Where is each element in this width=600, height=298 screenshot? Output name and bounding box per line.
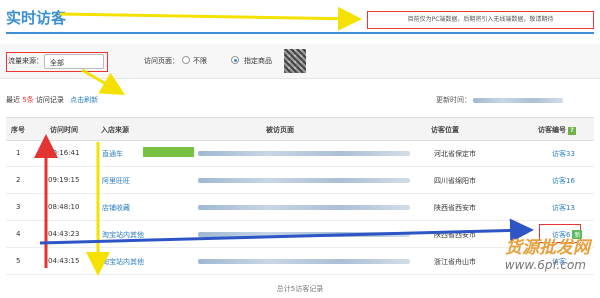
- row-page-blurred[interactable]: [198, 257, 410, 265]
- row-time: 04:43:23: [48, 230, 80, 238]
- header-location: 访客位置: [431, 126, 459, 134]
- row-page-blurred[interactable]: [198, 149, 410, 157]
- page-filter-label: 访问页面：: [144, 57, 179, 65]
- refresh-link[interactable]: 点击刷新: [70, 96, 98, 104]
- radio-specified[interactable]: [231, 56, 239, 64]
- header-page: 被访页面: [266, 126, 294, 134]
- product-thumbnail[interactable]: [284, 49, 306, 73]
- row-location: 四川省绵阳市: [434, 177, 476, 185]
- update-time-value-blurred: [473, 97, 564, 103]
- row-page-blurred[interactable]: [198, 230, 410, 238]
- notice-box: 目前仅为PC端数据，后期将引入无线端数据，敬请期待: [367, 11, 594, 29]
- update-time: 更新时间：: [436, 95, 564, 105]
- row-visitor[interactable]: 访客33: [552, 149, 575, 159]
- table-row: 1 10:16:41 直通车 河北省保定市 访客33: [6, 140, 594, 167]
- watermark-logo-text: 货源批发网: [505, 238, 590, 258]
- page-title: 实时访客: [6, 9, 67, 27]
- arrow-yellow-to-notice: [59, 6, 362, 31]
- summary-suffix: 访问记录: [35, 96, 64, 104]
- row-source[interactable]: 淘宝站内其他: [102, 230, 144, 240]
- source-filter-label: 流量来源：: [8, 57, 43, 65]
- row-visitor[interactable]: 访客13: [552, 203, 575, 213]
- header-visitor-label: 访客编号: [538, 126, 566, 134]
- row-location: 陕西省西安市: [434, 231, 476, 239]
- source-keyword-highlight: [143, 147, 194, 157]
- table-row: 3 08:48:10 店铺收藏 陕西省西安市 访客13: [6, 194, 594, 221]
- summary-count: 5条: [22, 96, 34, 104]
- recent-summary: 最近 5条 访问记录 点击刷新: [6, 95, 98, 105]
- row-location: 陕西省西安市: [434, 204, 476, 212]
- help-icon[interactable]: ?: [568, 127, 576, 135]
- radio-specified-label: 指定商品: [244, 57, 272, 65]
- header-index: 序号: [11, 126, 25, 134]
- row-page-blurred[interactable]: [198, 176, 410, 184]
- row-index: 5: [16, 257, 21, 265]
- table-header: 序号 访问时间 入店来源 被访页面 访客位置 访客编号?: [6, 117, 594, 141]
- update-time-label: 更新时间：: [436, 96, 471, 104]
- row-location: 河北省保定市: [434, 150, 476, 158]
- radio-unlimited[interactable]: [182, 56, 190, 64]
- row-source[interactable]: 淘宝站内其他: [102, 257, 144, 267]
- header-source: 入店来源: [101, 126, 129, 134]
- radio-unlimited-label: 不限: [193, 57, 207, 65]
- row-index: 1: [16, 149, 21, 157]
- table-row: 2 09:19:15 阿里旺旺 四川省绵阳市 访客16: [6, 167, 594, 194]
- row-index: 4: [16, 230, 21, 238]
- title-divider: [6, 32, 594, 34]
- source-select[interactable]: 全部 ⌵: [44, 54, 104, 69]
- row-source[interactable]: 店铺收藏: [102, 203, 130, 213]
- row-index: 2: [16, 176, 21, 184]
- row-time: 08:48:10: [48, 203, 80, 211]
- row-source[interactable]: 阿里旺旺: [102, 176, 130, 186]
- summary-prefix: 最近: [6, 96, 20, 104]
- row-source[interactable]: 直通车: [102, 149, 123, 159]
- header-visitor: 访客编号?: [538, 125, 576, 135]
- header-time: 访问时间: [50, 126, 78, 134]
- footer-text: 总计5访客记录: [276, 285, 324, 293]
- chevron-down-icon: ⌵: [50, 56, 56, 64]
- row-time: 09:19:15: [48, 176, 80, 184]
- row-time: 10:16:41: [48, 149, 80, 157]
- row-page-blurred[interactable]: [198, 203, 410, 211]
- row-visitor[interactable]: 访客16: [552, 176, 575, 186]
- row-index: 3: [16, 203, 21, 211]
- watermark-url: www.6pf.com: [504, 258, 586, 272]
- row-location: 浙江省舟山市: [434, 258, 476, 266]
- row-time: 04:43:15: [48, 257, 80, 265]
